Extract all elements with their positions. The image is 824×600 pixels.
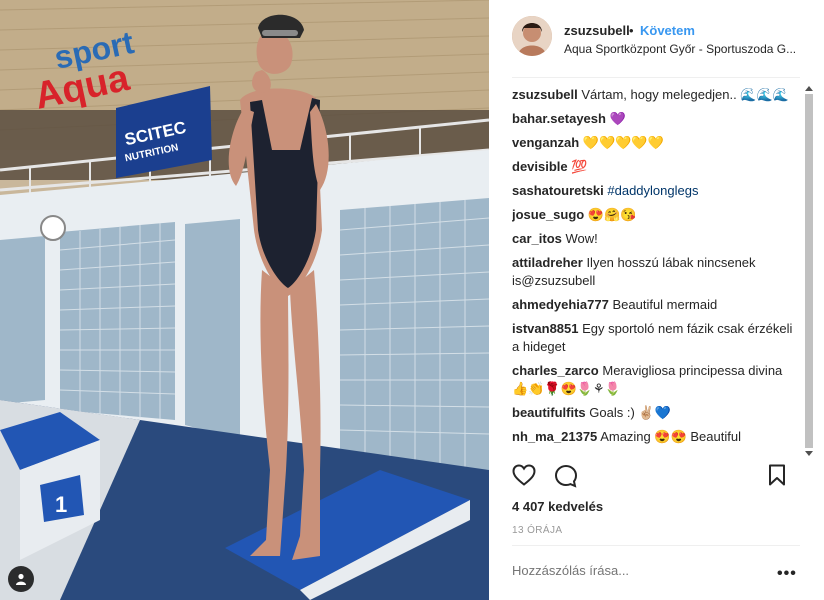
post-sidebar: zsuzsubell • Követem Aqua Sportközpont G… (489, 0, 824, 600)
location-link[interactable]: Aqua Sportközpont Győr - Sportuszoda G..… (564, 42, 802, 56)
comment-text: Wow! (565, 231, 598, 246)
follow-button[interactable]: Követem (640, 23, 695, 38)
comment-text: 😍🤗😘 (587, 207, 637, 222)
comment-text: Amazing 😍😍 Beautiful (600, 429, 741, 444)
comment-item: istvan8851 Egy sportoló nem fázik csak é… (512, 320, 796, 356)
post-username[interactable]: zsuzsubell (564, 23, 630, 38)
svg-text:1: 1 (55, 492, 67, 517)
comment-input[interactable] (512, 563, 772, 578)
comment-username[interactable]: devisible (512, 159, 568, 174)
comment-item: attiladreher Ilyen hosszú lábak nincsene… (512, 254, 796, 290)
avatar[interactable] (512, 16, 552, 56)
scrollbar-thumb[interactable] (805, 94, 813, 448)
comment-username[interactable]: car_itos (512, 231, 562, 246)
comment-username[interactable]: zsuzsubell (512, 87, 578, 102)
comment-item: devisible 💯 (512, 158, 796, 176)
separator-dot: • (629, 23, 634, 38)
comment-item: ahmedyehia777 Beautiful mermaid (512, 296, 796, 314)
comment-item: venganzah 💛💛💛💛💛 (512, 134, 796, 152)
comment-text: 💛💛💛💛💛 (582, 135, 664, 150)
scroll-up-arrow-icon[interactable] (805, 86, 813, 91)
like-count[interactable]: 4 407 kedvelés (512, 499, 603, 514)
comment-username[interactable]: charles_zarco (512, 363, 599, 378)
person-icon (16, 573, 26, 585)
comment-scrollbar[interactable] (805, 86, 813, 456)
post-header: zsuzsubell • Követem Aqua Sportközpont G… (512, 14, 802, 60)
comment-item: beautifulfits Goals :) ✌🏼💙 (512, 404, 796, 422)
comment-username[interactable]: beautifulfits (512, 405, 586, 420)
comment-username[interactable]: sashatouretski (512, 183, 604, 198)
bookmark-icon[interactable] (768, 464, 786, 486)
comment-item: car_itos Wow! (512, 230, 796, 248)
scroll-down-arrow-icon[interactable] (805, 451, 813, 456)
divider (512, 77, 800, 78)
comment-icon[interactable] (554, 464, 578, 488)
comment-item: josue_sugo 😍🤗😘 (512, 206, 796, 224)
comment-text: Vártam, hogy melegedjen.. 🌊🌊🌊 (581, 87, 789, 102)
action-bar (512, 464, 802, 492)
wall-clock (40, 215, 66, 241)
tagged-users-button[interactable] (8, 566, 34, 592)
comment-username[interactable]: ahmedyehia777 (512, 297, 609, 312)
post-photo[interactable]: sport Aqua SCITEC NUTRITION 1 (0, 0, 489, 600)
comment-username[interactable]: nh_ma_21375 (512, 429, 597, 444)
comment-item: zsuzsubell Vártam, hogy melegedjen.. 🌊🌊🌊 (512, 86, 796, 104)
comment-text: Beautiful mermaid (612, 297, 718, 312)
comment-item: sashatouretski #daddylonglegs (512, 182, 796, 200)
comment-text: 💜 (609, 111, 626, 126)
comment-text: Goals :) ✌🏼💙 (589, 405, 671, 420)
comment-username[interactable]: venganzah (512, 135, 579, 150)
more-options-button[interactable]: ••• (777, 565, 797, 583)
hashtag-link[interactable]: #daddylonglegs (607, 183, 698, 198)
comment-username[interactable]: istvan8851 (512, 321, 579, 336)
comment-text: 💯 (571, 159, 588, 174)
comment-item: bahar.setayesh 💜 (512, 110, 796, 128)
comment-item: nh_ma_21375 Amazing 😍😍 Beautiful (512, 428, 796, 446)
comment-username[interactable]: bahar.setayesh (512, 111, 606, 126)
comment-username[interactable]: josue_sugo (512, 207, 584, 222)
divider (512, 545, 800, 546)
comment-username[interactable]: attiladreher (512, 255, 583, 270)
comment-list[interactable]: zsuzsubell Vártam, hogy melegedjen.. 🌊🌊🌊… (512, 86, 796, 456)
post-timestamp[interactable]: 13 órája (512, 525, 562, 536)
heart-icon[interactable] (512, 464, 536, 486)
comment-item: charles_zarco Meravigliosa principessa d… (512, 362, 796, 398)
